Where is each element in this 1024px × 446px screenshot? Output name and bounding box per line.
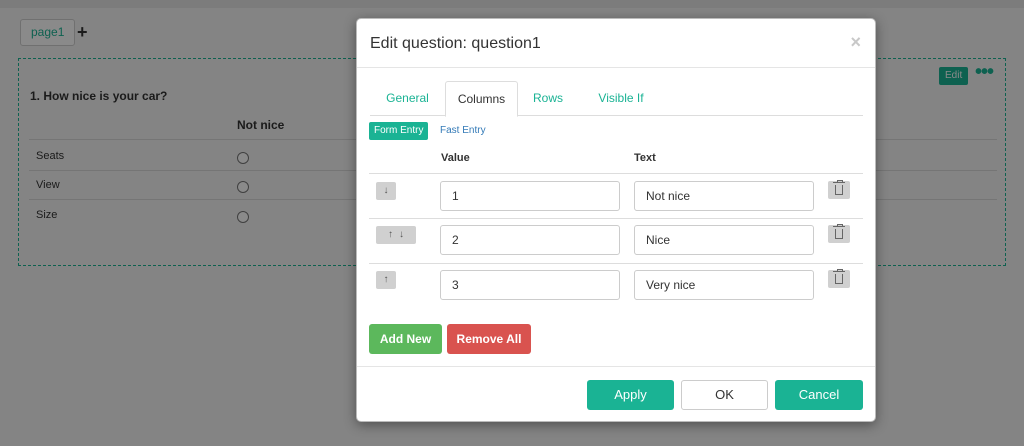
trash-icon [833, 269, 845, 284]
add-new-button[interactable]: Add New [369, 324, 442, 354]
dialog-title: Edit question: question1 [370, 35, 541, 52]
arrow-up-icon: ↑ [383, 274, 389, 285]
edit-question-dialog: Edit question: question1 × General Colum… [356, 18, 876, 422]
arrow-down-icon: ↓ [383, 185, 389, 196]
tab-general[interactable]: General [370, 81, 445, 116]
tab-columns[interactable]: Columns [445, 81, 518, 117]
dialog-tabs: General Columns Rows Visible If [370, 81, 863, 117]
text-input[interactable] [634, 181, 814, 211]
row-divider [369, 218, 863, 219]
value-column-header: Value [441, 152, 470, 164]
row-divider [369, 263, 863, 264]
arrow-down-icon: ↓ [399, 229, 404, 240]
ok-button[interactable]: OK [681, 380, 768, 410]
trash-icon [833, 224, 845, 239]
move-down-button[interactable]: ↓ [376, 182, 396, 200]
tab-rows[interactable]: Rows [518, 81, 578, 116]
text-column-header: Text [634, 152, 656, 164]
delete-row-button[interactable] [828, 180, 850, 199]
tab-visible-if[interactable]: Visible If [578, 81, 664, 116]
table-header-divider [369, 173, 863, 174]
value-input[interactable] [440, 270, 620, 300]
cancel-button[interactable]: Cancel [775, 380, 863, 410]
footer-divider [357, 366, 875, 367]
form-entry-toggle[interactable]: Form Entry [369, 122, 429, 140]
remove-all-button[interactable]: Remove All [447, 324, 531, 354]
value-input[interactable] [440, 181, 620, 211]
close-icon[interactable]: × [850, 32, 861, 53]
text-input[interactable] [634, 270, 814, 300]
trash-icon [833, 180, 845, 195]
value-input[interactable] [440, 225, 620, 255]
dialog-header: Edit question: question1 × [357, 19, 875, 68]
text-input[interactable] [634, 225, 814, 255]
move-up-down-button[interactable]: ↑ ↓ [376, 226, 416, 244]
arrow-up-icon: ↑ [388, 229, 393, 240]
move-up-button[interactable]: ↑ [376, 271, 396, 289]
fast-entry-link[interactable]: Fast Entry [440, 122, 486, 140]
delete-row-button[interactable] [828, 269, 850, 288]
apply-button[interactable]: Apply [587, 380, 674, 410]
delete-row-button[interactable] [828, 224, 850, 243]
